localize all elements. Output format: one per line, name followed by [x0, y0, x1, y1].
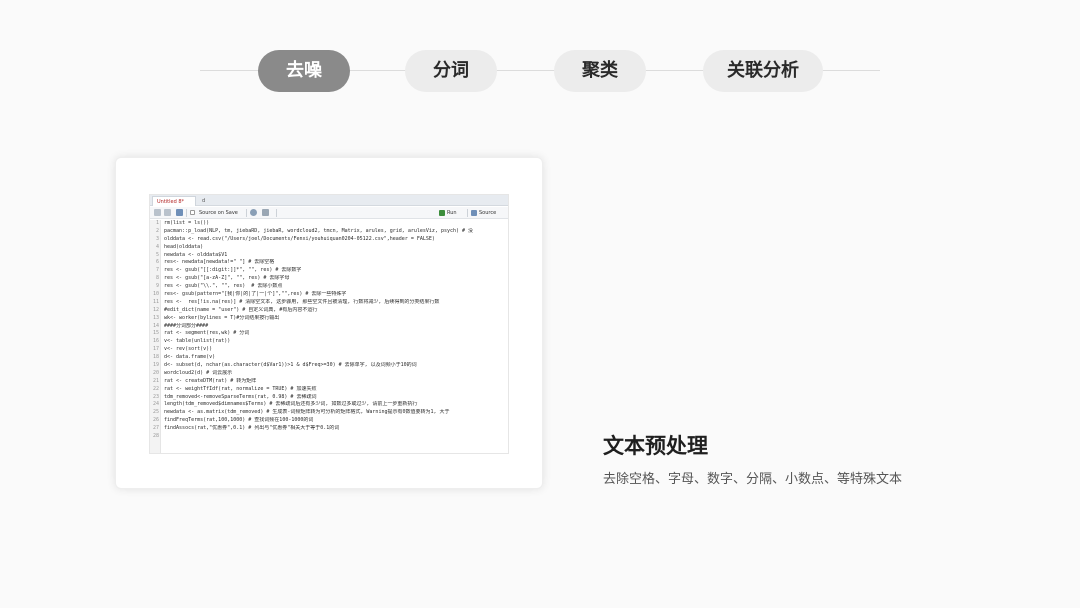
line-number: 9	[155, 283, 159, 290]
line-number: 16	[152, 338, 159, 345]
code-line: newdata <- olddata$V1	[164, 251, 228, 258]
code-line: rat <- weightTfIdf(rat, normalize = TRUE…	[164, 385, 317, 392]
tab-untitled[interactable]: Untitled 8*	[152, 196, 196, 206]
line-number: 26	[152, 417, 159, 424]
line-number: 22	[152, 385, 159, 392]
line-number: 3	[155, 235, 159, 242]
source-button[interactable]: Source	[479, 208, 496, 218]
line-number: 28	[152, 433, 159, 440]
code-area[interactable]: rm(list = ls()) pacman::p_load(NLP, tm, j…	[164, 220, 508, 453]
code-line: res <- res[!is.na(res)] # 清除空文本, 这步骤用, 那…	[164, 298, 440, 305]
line-number: 13	[152, 314, 159, 321]
code-line: newdata <- as.matrix(tdm_removed) # 生成表-…	[164, 409, 450, 416]
code-line: #edit_dict(name = "user") # 自定义词典, #有后内容…	[164, 306, 318, 313]
line-number: 8	[155, 275, 159, 282]
line-number: 21	[152, 377, 159, 384]
line-number: 20	[152, 369, 159, 376]
section-description: 去除空格、字母、数字、分隔、小数点、等特殊文本	[603, 472, 903, 487]
line-number: 27	[152, 425, 159, 432]
code-line: d<- data.frame(v)	[164, 354, 216, 361]
checkbox-icon[interactable]	[190, 210, 195, 215]
code-line: length(tdm_removed$dimnames$Terms) # 去稀疏…	[164, 401, 418, 408]
source-arrow-icon[interactable]	[471, 210, 477, 216]
line-number: 18	[152, 354, 159, 361]
back-arrow-icon[interactable]	[154, 209, 161, 216]
code-line: wk<- worker(bylines = T)#分词结果按行输出	[164, 314, 280, 321]
section-title: 文本预处理	[603, 434, 708, 458]
line-number: 7	[155, 267, 159, 274]
code-line: ####分词部分####	[164, 322, 209, 329]
code-line: res <- gsub("[[:digit:]]*", "", res) # 去…	[164, 267, 302, 274]
toolbar-divider	[276, 209, 277, 217]
editor-toolbar: Source on Save Run Source	[150, 207, 508, 219]
toolbar-divider	[186, 209, 187, 217]
code-line: olddata <- read.csv("/Users/joel/Documen…	[164, 235, 435, 242]
run-button[interactable]: Run	[447, 208, 457, 218]
line-number: 23	[152, 393, 159, 400]
toolbar-divider	[467, 209, 468, 217]
line-number-gutter: 1 2 3 4 5 6 7 8 9 10 11 12 13 14 15 16 17 18 19 20 21 22 23 24 2…	[150, 220, 161, 453]
line-number: 15	[152, 330, 159, 337]
step-denoise[interactable]: 去噪	[258, 50, 350, 92]
code-line: rat <- createDTM(rat) # 转为矩阵	[164, 377, 257, 384]
code-line: findAssocs(rat,"优惠券",0.1) # 列出与"优惠券"相关大于…	[164, 425, 340, 432]
line-number: 4	[155, 243, 159, 250]
editor-tab-bar: Untitled 8* d	[150, 195, 508, 206]
line-number: 12	[152, 306, 159, 313]
open-file-icon[interactable]	[164, 209, 171, 216]
line-number: 17	[152, 346, 159, 353]
code-line: v<- rev(sort(v))	[164, 346, 213, 353]
line-number: 11	[152, 298, 159, 305]
code-line: head(olddata)	[164, 243, 204, 250]
code-line: rat <- segment(res,wk) # 分词	[164, 330, 250, 337]
code-line: rm(list = ls())	[164, 220, 210, 226]
run-arrow-icon[interactable]	[439, 210, 445, 216]
code-line: v<- table(unlist(rat))	[164, 338, 231, 345]
line-number: 5	[155, 251, 159, 258]
code-line: res <- gsub("\\.", "", res) # 去除小数点	[164, 283, 283, 290]
line-number: 24	[152, 401, 159, 408]
code-line: wordcloud2(d) # 词云展示	[164, 369, 233, 376]
line-number: 14	[152, 322, 159, 329]
line-number: 1	[155, 220, 159, 226]
code-line: pacman::p_load(NLP, tm, jiebaRD, jiebaR,…	[164, 227, 474, 234]
wand-icon[interactable]	[262, 209, 269, 216]
search-icon[interactable]	[250, 209, 257, 216]
line-number: 19	[152, 362, 159, 369]
line-number: 6	[155, 259, 159, 266]
code-line: res <- gsub("[a-zA-Z]", "", res) # 去除字母	[164, 275, 290, 282]
line-number: 10	[152, 291, 159, 298]
code-editor-screenshot: Untitled 8* d Source on Save Run Source …	[149, 194, 509, 454]
step-clustering[interactable]: 聚类	[554, 50, 646, 92]
code-line: res<- newdata[newdata!=" "] # 去除空格	[164, 259, 275, 266]
code-line: tdm_removed<-removeSparseTerms(rat, 0.98…	[164, 393, 317, 400]
step-association-analysis[interactable]: 关联分析	[703, 50, 823, 92]
code-line: findFreqTerms(rat,100,1000) # 查找词频在100-1…	[164, 417, 314, 424]
line-number: 25	[152, 409, 159, 416]
code-line: d<- subset(d, nchar(as.character(d$Var1)…	[164, 362, 417, 369]
toolbar-divider	[246, 209, 247, 217]
screenshot-card: Untitled 8* d Source on Save Run Source …	[115, 157, 543, 489]
line-number: 2	[155, 227, 159, 234]
tab-d[interactable]: d	[198, 196, 218, 206]
step-segmentation[interactable]: 分词	[405, 50, 497, 92]
save-icon[interactable]	[176, 209, 183, 216]
source-on-save-label[interactable]: Source on Save	[199, 208, 238, 218]
code-line: res<- gsub(pattern="[我|你|的|了|一|个]","",re…	[164, 291, 347, 298]
